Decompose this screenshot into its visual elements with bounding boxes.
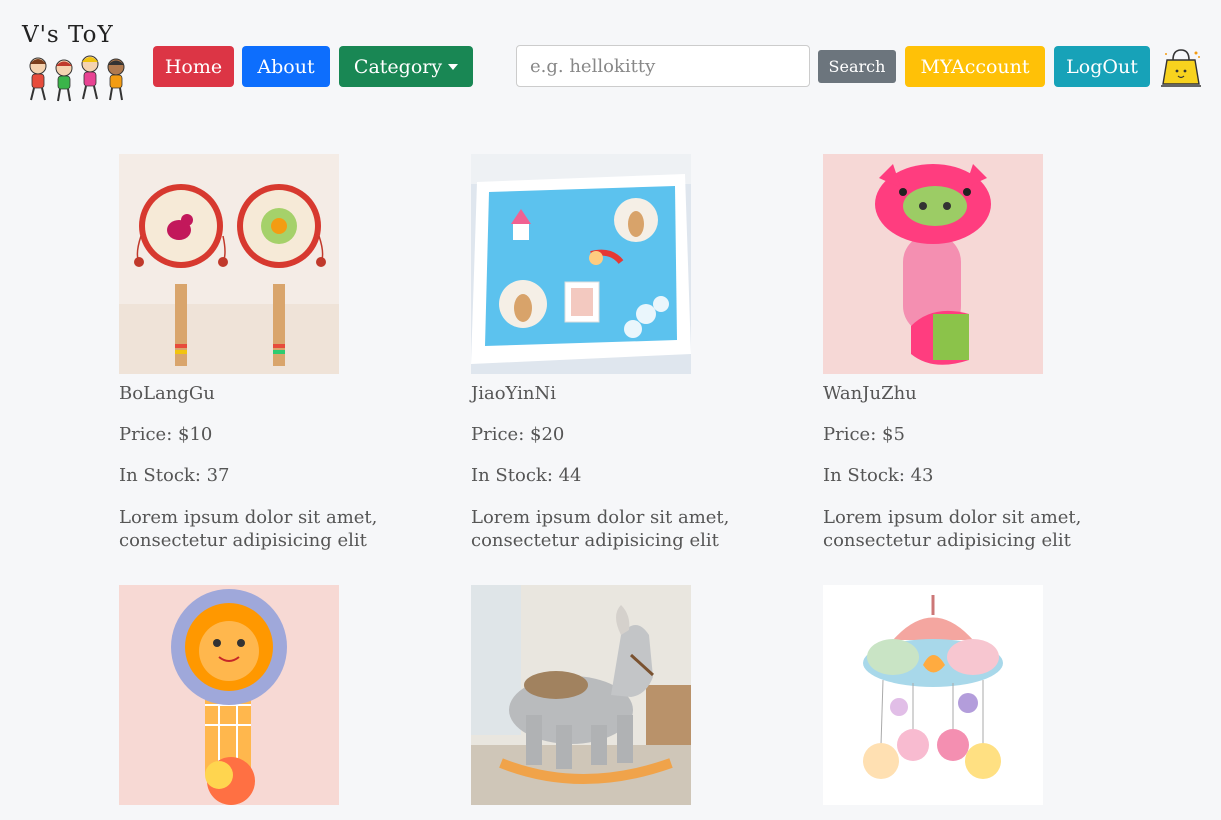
lion-rattle-image[interactable] bbox=[119, 585, 339, 805]
search-input[interactable] bbox=[516, 45, 810, 87]
logout-button[interactable]: LogOut bbox=[1054, 46, 1150, 87]
product-stock: In Stock: 37 bbox=[119, 465, 230, 486]
product-stock: In Stock: 43 bbox=[823, 465, 934, 486]
product-description: Lorem ipsum dolor sit amet, consectetur … bbox=[119, 507, 378, 551]
rattle-drum-image[interactable] bbox=[119, 154, 339, 374]
crib-mobile-image[interactable] bbox=[823, 585, 1043, 805]
product-name[interactable]: BoLangGu bbox=[119, 384, 419, 404]
category-label: Category bbox=[353, 55, 443, 78]
shopping-bag-icon[interactable] bbox=[1158, 46, 1204, 92]
caret-down-icon bbox=[448, 63, 459, 70]
rocking-horse-image[interactable] bbox=[471, 585, 691, 805]
product-stock: In Stock: 44 bbox=[471, 465, 582, 486]
product-price: Price: $20 bbox=[471, 424, 565, 445]
home-button[interactable]: Home bbox=[153, 46, 234, 87]
product-price: Price: $5 bbox=[823, 424, 905, 445]
product-card[interactable] bbox=[119, 585, 419, 805]
product-price: Price: $10 bbox=[119, 424, 213, 445]
product-card[interactable] bbox=[823, 585, 1123, 805]
product-name[interactable]: WanJuZhu bbox=[823, 384, 1123, 404]
pig-rattle-image[interactable] bbox=[823, 154, 1043, 374]
brand-title: V's ToY bbox=[22, 22, 114, 48]
product-card[interactable]: BoLangGu Price: $10 In Stock: 37 Lorem i… bbox=[119, 154, 419, 552]
footprint-frame-image[interactable] bbox=[471, 154, 691, 374]
product-card[interactable]: WanJuZhu Price: $5 In Stock: 43 Lorem ip… bbox=[823, 154, 1123, 552]
category-dropdown-button[interactable]: Category bbox=[339, 46, 473, 87]
product-card[interactable]: JiaoYinNi Price: $20 In Stock: 44 Lorem … bbox=[471, 154, 771, 552]
about-button[interactable]: About bbox=[242, 46, 330, 87]
product-card[interactable] bbox=[471, 585, 771, 805]
my-account-button[interactable]: MYAccount bbox=[905, 46, 1045, 87]
product-description: Lorem ipsum dolor sit amet, consectetur … bbox=[471, 507, 730, 551]
product-description: Lorem ipsum dolor sit amet, consectetur … bbox=[823, 507, 1082, 551]
search-button[interactable]: Search bbox=[818, 50, 896, 83]
brand[interactable]: V's ToY bbox=[22, 20, 137, 104]
product-name[interactable]: JiaoYinNi bbox=[471, 384, 771, 404]
kids-logo-icon bbox=[29, 55, 125, 102]
